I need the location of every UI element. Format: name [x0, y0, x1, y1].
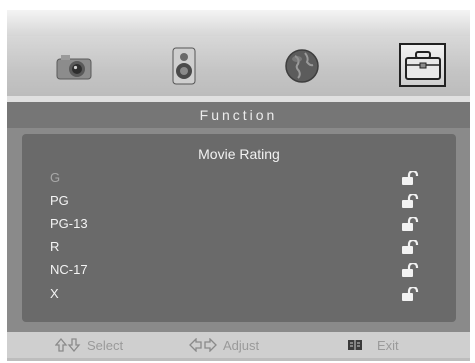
tab-sound[interactable]	[154, 36, 214, 96]
unlock-icon[interactable]	[400, 194, 420, 208]
content-band: Movie Rating G PG PG-13 R NC-17 X	[7, 128, 470, 332]
rating-row-x[interactable]: X	[22, 284, 456, 304]
section-title: Function	[7, 102, 470, 128]
tab-function[interactable]	[393, 36, 453, 96]
rating-row-g[interactable]: G	[22, 168, 456, 188]
tab-setup[interactable]	[272, 36, 332, 96]
top-bar	[7, 10, 470, 37]
unlock-icon[interactable]	[400, 287, 420, 301]
rating-label: X	[50, 286, 59, 301]
rating-row-r[interactable]: R	[22, 237, 456, 257]
help-select: Select	[55, 332, 123, 358]
help-exit-label: Exit	[377, 337, 399, 353]
help-select-label: Select	[87, 337, 124, 353]
toolbox-tab-icon	[405, 51, 441, 80]
up-down-arrows-icon	[55, 338, 81, 352]
rating-label: PG	[50, 193, 69, 208]
speaker-tab-icon	[172, 47, 196, 85]
picture-tab-icon	[56, 55, 92, 80]
tab-picture[interactable]	[44, 36, 104, 96]
rating-row-nc17[interactable]: NC-17	[22, 260, 456, 280]
rating-row-pg13[interactable]: PG-13	[22, 214, 456, 234]
rating-row-pg[interactable]: PG	[22, 191, 456, 211]
panel-title: Movie Rating	[198, 146, 280, 162]
rating-label: PG-13	[50, 216, 88, 231]
unlock-icon[interactable]	[400, 171, 420, 185]
rating-label: G	[50, 170, 61, 185]
rating-label: R	[50, 239, 60, 254]
menu-tab-bar	[7, 36, 470, 96]
osd-menu: Function Movie Rating G PG PG-13 R NC-17…	[0, 0, 475, 363]
unlock-icon[interactable]	[400, 263, 420, 277]
help-adjust-label: Adjust	[223, 337, 260, 353]
menu-book-icon	[348, 340, 362, 350]
help-exit: Exit	[347, 332, 399, 358]
left-right-arrows-icon	[189, 338, 217, 352]
globe-tab-icon	[285, 49, 319, 83]
bottom-edge	[7, 358, 470, 361]
unlock-icon[interactable]	[400, 240, 420, 254]
unlock-icon[interactable]	[400, 217, 420, 231]
rating-label: NC-17	[50, 262, 88, 277]
movie-rating-panel: Movie Rating G PG PG-13 R NC-17 X	[22, 134, 456, 322]
help-adjust: Adjust	[189, 332, 259, 358]
help-bar: Select Adjust Exit	[7, 332, 470, 358]
